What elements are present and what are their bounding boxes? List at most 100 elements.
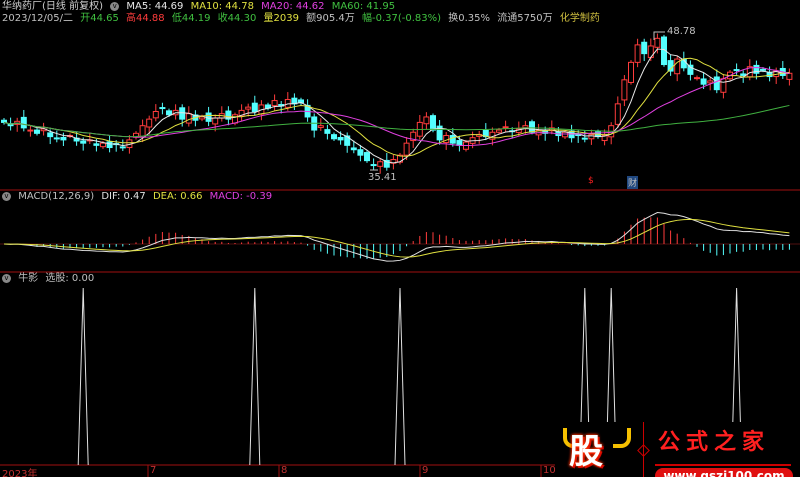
candle-body — [430, 115, 436, 131]
candle-body — [350, 147, 357, 151]
divider — [655, 464, 791, 466]
xaxis-label: 10 — [543, 465, 556, 476]
finance-marker[interactable]: 财 — [627, 176, 639, 189]
candle-body — [364, 152, 370, 162]
candle-body — [687, 64, 694, 75]
candle-body — [443, 135, 450, 144]
candle-body — [93, 143, 100, 146]
signal-spike — [249, 287, 261, 466]
candle-body — [245, 106, 252, 110]
candle-body — [628, 61, 634, 83]
stock-title: 华纳药厂(日线 前复权) — [2, 1, 103, 12]
candle-body — [159, 107, 166, 110]
signal-spike — [394, 287, 406, 466]
quote-change: 幅-0.37(-0.83%) — [361, 13, 442, 24]
candle-body — [707, 80, 714, 84]
candle-body — [370, 164, 377, 167]
stock-chart-window: 华纳药厂(日线 前复权) v MA5: 44.69 MA10: 44.78 MA… — [0, 0, 800, 477]
candle-body — [700, 78, 707, 85]
candle-body — [740, 73, 747, 76]
candle-body — [713, 76, 720, 91]
quote-sector[interactable]: 化学制药 — [560, 13, 600, 24]
candle-body — [53, 137, 60, 140]
candle-body — [212, 117, 219, 125]
ma60-value: MA60: 41.95 — [331, 1, 396, 12]
price-header: 华纳药厂(日线 前复权) v MA5: 44.69 MA10: 44.78 MA… — [2, 1, 399, 13]
candle-body — [251, 102, 258, 112]
quote-turnover: 换0.35% — [448, 13, 491, 24]
candle-body — [271, 100, 278, 107]
candle-body — [357, 149, 364, 156]
ma20-value: MA20: 44.62 — [261, 1, 325, 12]
candle-body — [449, 135, 456, 144]
quote-high: 高44.88 — [126, 13, 165, 24]
macd-title: MACD(12,26,9) — [18, 191, 95, 202]
event-marker[interactable]: $ — [588, 176, 594, 186]
candle-body — [100, 142, 106, 148]
candle-body — [621, 79, 628, 101]
candle-body — [694, 77, 700, 80]
candle-body — [34, 129, 40, 134]
macd-dea: DEA: 0.66 — [152, 191, 203, 202]
xaxis-label: 2023年 — [2, 469, 38, 477]
collapse-icon[interactable]: v — [2, 273, 11, 283]
signal-spike — [77, 287, 89, 466]
candle-body — [581, 137, 588, 140]
xaxis-label: 7 — [150, 465, 157, 476]
candle-body — [641, 41, 648, 55]
candle-body — [324, 129, 331, 134]
candle-body — [80, 140, 87, 144]
candle-body — [496, 129, 502, 133]
quote-amount: 额905.4万 — [306, 13, 355, 24]
candle-body — [733, 69, 740, 72]
horn-icon — [613, 428, 631, 448]
candle-body — [522, 125, 529, 129]
candle-body — [27, 129, 34, 132]
candle-body — [614, 103, 621, 125]
macd-value: MACD: -0.39 — [209, 191, 273, 202]
candle-body — [337, 136, 344, 141]
signal-title: 牛影 — [18, 273, 39, 284]
macd-dif: DIF: 0.47 — [101, 191, 146, 202]
candle-body — [588, 133, 595, 140]
ma10-value: MA10: 44.78 — [190, 1, 254, 12]
ma10-line — [3, 57, 790, 157]
candle-body — [423, 116, 430, 125]
diamond-icon — [637, 444, 650, 457]
candle-body — [502, 126, 509, 129]
signal-value: 选股: 0.00 — [45, 273, 95, 284]
quote-volume: 量2039 — [263, 13, 299, 24]
collapse-icon[interactable]: v — [2, 191, 11, 201]
chart-canvas[interactable] — [0, 0, 800, 477]
candle-body — [106, 141, 113, 149]
candle-body — [786, 72, 793, 80]
ma60-line — [3, 104, 790, 138]
ma20-line — [3, 67, 790, 147]
candle-body — [654, 37, 661, 48]
quote-open: 开44.65 — [80, 13, 119, 24]
dif-line — [3, 212, 790, 262]
ma5-value: MA5: 44.69 — [126, 1, 184, 12]
candle-body — [634, 44, 641, 63]
candle-body — [232, 114, 238, 124]
max-price-label: 48.78 — [667, 26, 696, 37]
candle-body — [179, 107, 186, 120]
candle-body — [377, 161, 384, 167]
logo-char: 股 — [569, 432, 603, 472]
candle-body — [1, 119, 7, 123]
macd-header: v MACD(12,26,9) DIF: 0.47 DEA: 0.66 MACD… — [2, 191, 276, 203]
quote-float: 流通5750万 — [497, 13, 553, 24]
candle-body — [199, 116, 205, 120]
quote-low: 低44.19 — [171, 13, 211, 24]
candle-body — [166, 110, 172, 116]
candle-body — [456, 140, 463, 146]
quote-date: 2023/12/05/二 — [2, 13, 74, 24]
candle-body — [331, 134, 337, 140]
candle-body — [119, 146, 126, 149]
candle-body — [317, 125, 324, 128]
candle-body — [403, 142, 410, 156]
watermark-logo: 股 公式之家 www.gszj100.com — [555, 422, 800, 477]
candle-body — [720, 78, 727, 93]
collapse-icon[interactable]: v — [110, 1, 120, 11]
logo-url: www.gszj100.com — [655, 468, 793, 477]
